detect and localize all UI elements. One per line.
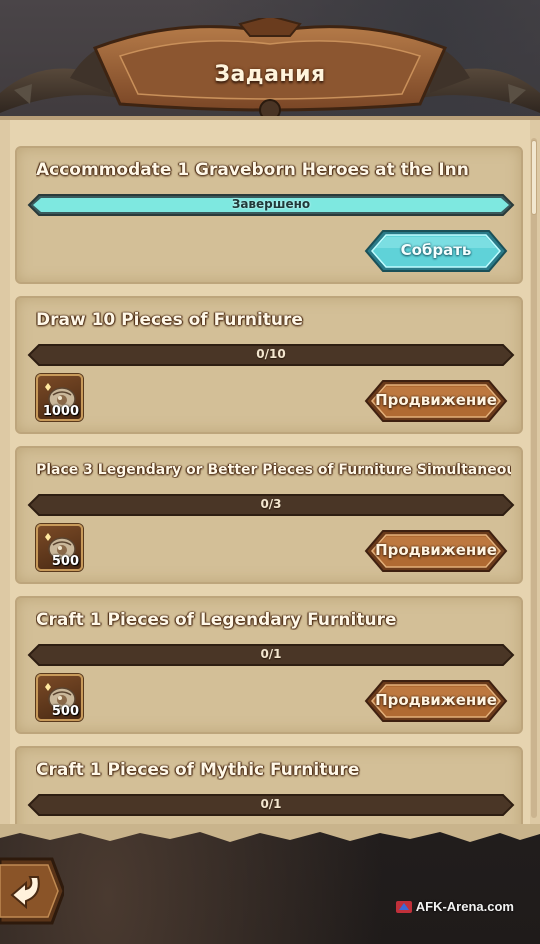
scrollbar-thumb[interactable] bbox=[531, 140, 537, 215]
reward-item[interactable]: 1000 bbox=[36, 374, 83, 421]
progress-bar: 0/1 bbox=[27, 793, 515, 817]
progress-text: 0/1 bbox=[260, 797, 282, 811]
scrollbar-track[interactable] bbox=[531, 138, 537, 818]
quest-card: Place 3 Legendary or Better Pieces of Fu… bbox=[15, 446, 523, 584]
quest-card: Craft 1 Pieces of Legendary Furniture 0/… bbox=[15, 596, 523, 734]
quest-title: Place 3 Legendary or Better Pieces of Fu… bbox=[36, 462, 511, 478]
reward-count: 1000 bbox=[42, 404, 79, 419]
quest-card: Craft 1 Pieces of Mythic Furniture 0/1 bbox=[15, 746, 523, 824]
quest-card: Draw 10 Pieces of Furniture 0/10 1000 Пр… bbox=[15, 296, 523, 434]
progress-bar: Завершено bbox=[27, 193, 515, 217]
progress-text: 0/3 bbox=[260, 497, 282, 511]
progress-bar: 0/3 bbox=[27, 493, 515, 517]
back-button[interactable] bbox=[0, 855, 66, 927]
page-title: Задания bbox=[214, 62, 326, 87]
afk-logo-icon bbox=[395, 900, 412, 913]
progress-bar: 0/10 bbox=[27, 343, 515, 367]
reward-count: 500 bbox=[51, 704, 79, 719]
quest-title: Craft 1 Pieces of Mythic Furniture bbox=[36, 760, 360, 780]
collect-button[interactable]: Собрать bbox=[363, 228, 509, 274]
reward-item[interactable]: 500 bbox=[36, 524, 83, 571]
reward-item[interactable]: 500 bbox=[36, 674, 83, 721]
watermark-text: AFK-Arena.com bbox=[415, 899, 514, 914]
quest-title: Draw 10 Pieces of Furniture bbox=[36, 310, 303, 330]
progress-bar: 0/1 bbox=[27, 643, 515, 667]
quest-header-banner: Задания bbox=[0, 18, 540, 123]
quest-title: Accommodate 1 Graveborn Heroes at the In… bbox=[36, 160, 469, 180]
collect-button-label: Собрать bbox=[400, 241, 472, 259]
go-button[interactable]: Продвижение bbox=[363, 528, 509, 574]
reward-count: 500 bbox=[51, 554, 79, 569]
panel-bottom-edge bbox=[0, 824, 540, 842]
quest-panel: Accommodate 1 Graveborn Heroes at the In… bbox=[0, 116, 540, 828]
progress-text: 0/10 bbox=[256, 347, 286, 361]
go-button[interactable]: Продвижение bbox=[363, 378, 509, 424]
progress-text: 0/1 bbox=[260, 647, 282, 661]
go-button-label: Продвижение bbox=[375, 541, 497, 559]
watermark: AFK-Arena.com bbox=[395, 899, 514, 914]
progress-text: Завершено bbox=[231, 197, 311, 211]
quest-title: Craft 1 Pieces of Legendary Furniture bbox=[36, 610, 397, 630]
go-button-label: Продвижение bbox=[375, 391, 497, 409]
quest-card: Accommodate 1 Graveborn Heroes at the In… bbox=[15, 146, 523, 284]
quest-list: Accommodate 1 Graveborn Heroes at the In… bbox=[15, 146, 523, 824]
back-arrow-icon bbox=[0, 857, 66, 925]
go-button[interactable]: Продвижение bbox=[363, 678, 509, 724]
go-button-label: Продвижение bbox=[375, 691, 497, 709]
